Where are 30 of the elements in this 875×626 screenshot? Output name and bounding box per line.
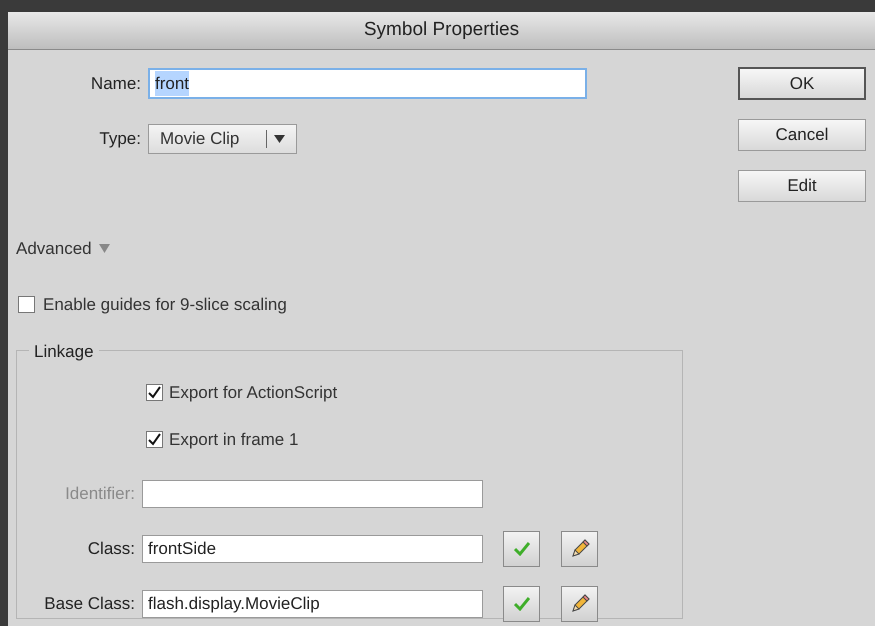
check-syntax-button[interactable]: [503, 531, 540, 567]
field-label: Name:: [90, 72, 142, 95]
checkbox[interactable]: [146, 430, 163, 448]
dialog-button[interactable]: OK: [738, 67, 866, 100]
checkbox-label: Export for ActionScript: [169, 382, 338, 404]
type-dropdown[interactable]: Movie Clip: [148, 124, 297, 154]
caret-icon: [274, 135, 285, 143]
dialog-button[interactable]: Cancel: [738, 119, 866, 151]
text-field[interactable]: flash.display.MovieClip: [142, 590, 483, 618]
name-field[interactable]: front: [148, 68, 587, 99]
edit-class-button[interactable]: [561, 586, 598, 622]
field-value: front: [155, 70, 190, 96]
field-label: Base Class:: [43, 593, 136, 616]
edit-class-button[interactable]: [561, 531, 598, 567]
window-title: Symbol Properties: [364, 18, 520, 42]
text-field[interactable]: [142, 480, 483, 508]
field-label: Type:: [98, 128, 142, 150]
check-syntax-button[interactable]: [503, 586, 540, 622]
dialog-button[interactable]: Edit: [738, 170, 866, 202]
caret-icon: [98, 244, 110, 254]
checkmark-icon: [514, 597, 530, 611]
checkbox[interactable]: [18, 296, 35, 313]
field-label: Identifier:: [64, 483, 136, 506]
advanced-toggle[interactable]: Advanced: [16, 236, 110, 262]
checkbox-label: Export in frame 1: [169, 428, 298, 450]
checkbox[interactable]: [146, 384, 163, 402]
field-label: Class:: [86, 538, 136, 560]
checkbox-label: Enable guides for 9-slice scaling: [43, 294, 287, 316]
text-field[interactable]: frontSide: [142, 535, 483, 563]
checkmark-icon: [514, 542, 530, 556]
